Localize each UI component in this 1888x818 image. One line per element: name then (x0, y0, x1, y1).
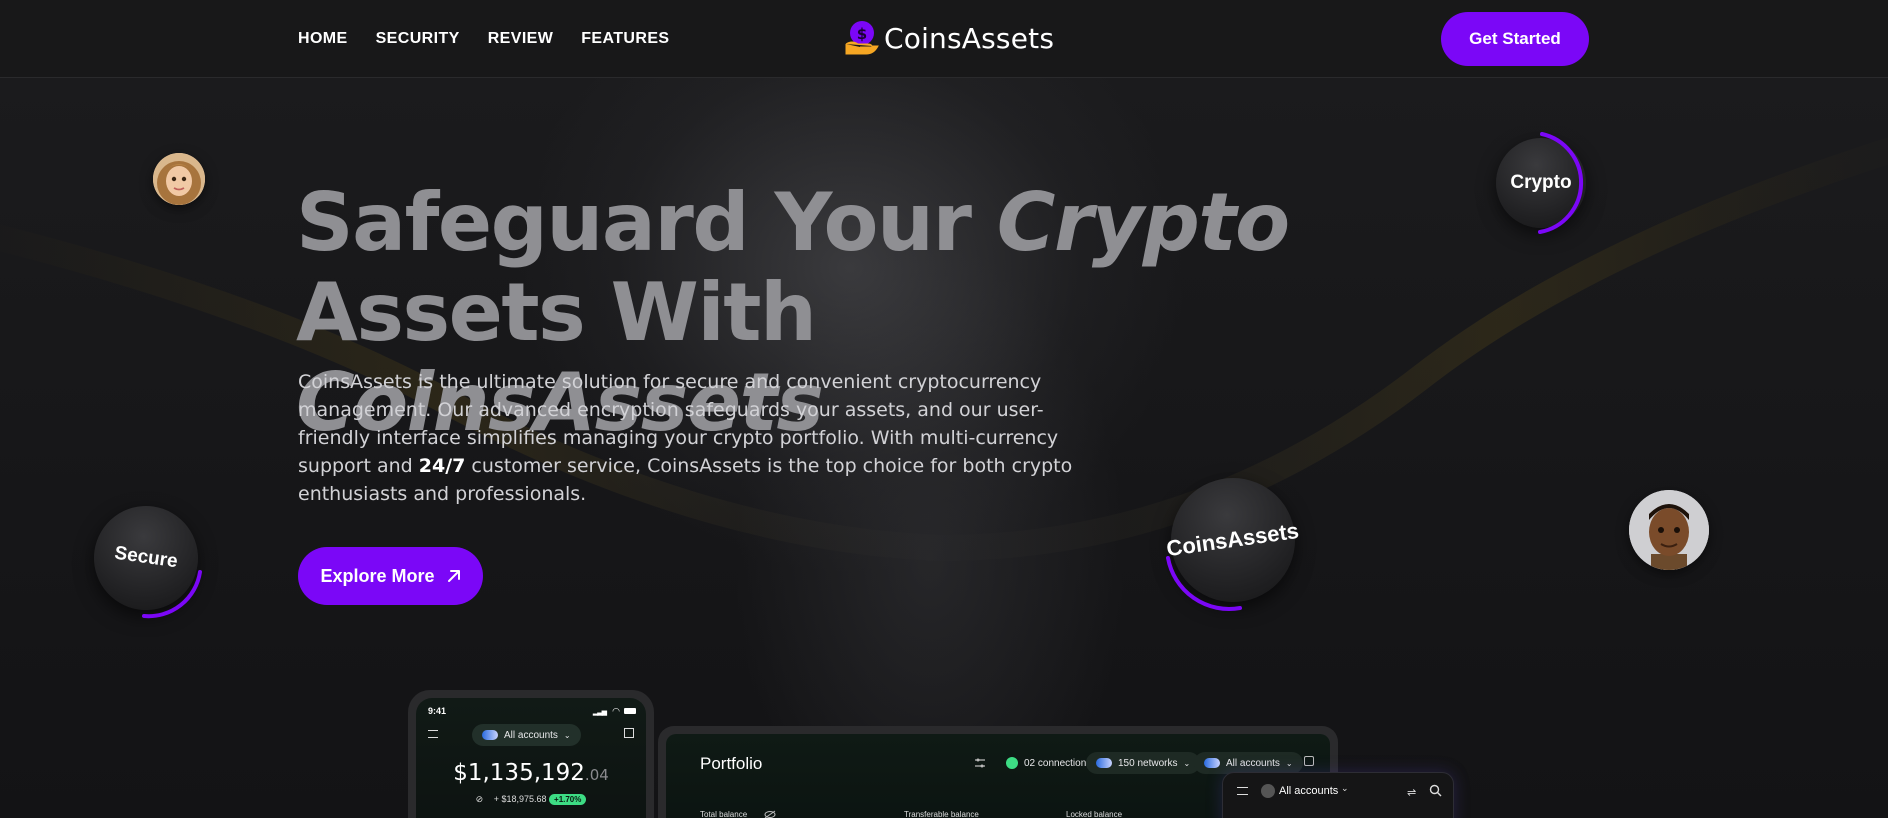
crypto-bubble-ring (1538, 132, 1584, 234)
bag-icon[interactable] (1304, 756, 1314, 766)
signal-icon: ▂▃▅ (592, 709, 607, 716)
desktop-accounts-label: All accounts (1226, 757, 1280, 769)
phone-screen: 9:41 ▂▃▅ ◠ All accounts ⌄ $1,135,192.04 … (416, 698, 646, 818)
site-header: HOME SECURITY REVIEW FEATURES $ CoinsAss… (0, 0, 1888, 78)
eye-off-icon[interactable] (764, 810, 776, 818)
coinsassets-bubble-ring (1166, 556, 1242, 611)
mini-window-mockup: All accounts ⌄ ⇌ (1222, 772, 1454, 818)
networks-coin-icon (1096, 758, 1112, 768)
accounts-coin-icon (1204, 758, 1220, 768)
mini-accounts-label[interactable]: All accounts (1279, 785, 1338, 797)
connections-label: 02 connections (1024, 757, 1092, 769)
search-icon[interactable] (1429, 784, 1442, 797)
account-avatar-icon (1261, 784, 1275, 798)
chevron-down-icon: ⌄ (563, 730, 571, 740)
phone-accounts-label: All accounts (504, 729, 558, 741)
secure-bubble-ring (142, 570, 202, 619)
logo-text: CoinsAssets (884, 21, 1055, 55)
phone-accounts-pill[interactable]: All accounts ⌄ (472, 724, 581, 746)
arrow-up-right-icon (447, 570, 460, 582)
main-nav: HOME SECURITY REVIEW FEATURES (298, 30, 670, 48)
nav-home[interactable]: HOME (298, 30, 348, 48)
networks-pill[interactable]: 150 networks ⌄ (1086, 752, 1201, 774)
balance-change: + $18,975.68 (493, 794, 547, 804)
logo[interactable]: $ CoinsAssets (844, 18, 1054, 58)
chevron-down-icon: ⌄ (1285, 758, 1293, 768)
qr-icon[interactable] (624, 728, 634, 738)
menu-icon[interactable] (428, 730, 438, 738)
accounts-coin-icon (482, 730, 498, 740)
transferable-balance-label: Transferable balance (904, 810, 979, 818)
hero-title-line1-emphasis: Crypto (996, 176, 1290, 269)
total-balance-label: Total balance (700, 810, 748, 818)
phone-mockup: 9:41 ▂▃▅ ◠ All accounts ⌄ $1,135,192.04 … (408, 690, 654, 818)
avatar-man (1629, 490, 1709, 570)
chevron-down-icon: ⌄ (1183, 758, 1191, 768)
explore-more-button[interactable]: Explore More (298, 547, 483, 605)
hero-desc-highlight: 24/7 (418, 455, 466, 477)
desktop-accounts-pill[interactable]: All accounts ⌄ (1194, 752, 1303, 774)
hero-title-line1: Safeguard Your Crypto (296, 176, 1290, 269)
hero-title-line2-plain: Assets With (296, 266, 817, 359)
avatar-woman (153, 153, 205, 205)
hero-title-line1-plain: Safeguard Your (296, 176, 997, 269)
portfolio-title: Portfolio (700, 754, 763, 773)
phone-balance: $1,135,192.04 (416, 760, 646, 786)
explore-more-label: Explore More (320, 565, 435, 586)
balance-cents: .04 (584, 766, 609, 784)
nav-features[interactable]: FEATURES (581, 30, 669, 48)
wifi-icon: ◠ (612, 706, 620, 716)
nav-review[interactable]: REVIEW (488, 30, 554, 48)
eye-off-icon[interactable]: ⊘ (476, 794, 484, 805)
phone-time: 9:41 (428, 706, 447, 716)
hero-description: CoinsAssets is the ultimate solution for… (298, 368, 1078, 508)
nav-security[interactable]: SECURITY (376, 30, 460, 48)
locked-balance-label: Locked balance (1066, 810, 1123, 818)
networks-label: 150 networks (1118, 757, 1178, 769)
filter-icon[interactable]: ⇌ (1407, 786, 1416, 799)
connections-dot-icon (1006, 757, 1018, 769)
change-percent-badge: +1.70% (549, 794, 587, 805)
svg-text:$: $ (857, 25, 867, 43)
coin-hand-icon: $ (845, 21, 879, 55)
secure-bubble-label: Secure (113, 542, 179, 573)
get-started-button[interactable]: Get Started (1441, 12, 1589, 66)
battery-icon (624, 708, 636, 714)
balance-main: $1,135,192 (453, 760, 585, 786)
phone-change-row: ⊘ + $18,975.68 +1.70% (416, 794, 646, 805)
filter-icon (975, 758, 985, 768)
menu-icon[interactable] (1237, 787, 1248, 795)
chevron-down-icon: ⌄ (1341, 783, 1349, 793)
